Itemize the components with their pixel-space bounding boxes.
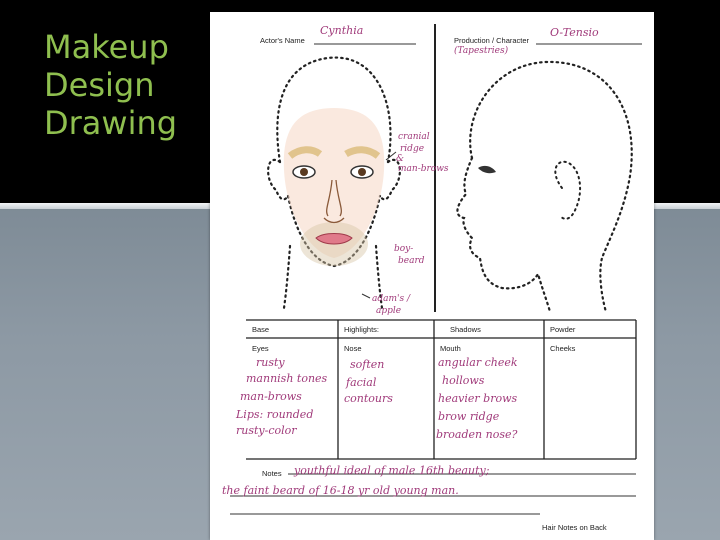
annotation-adams-apple: adam's / — [372, 294, 411, 304]
table-header-cheeks: Cheeks — [550, 344, 576, 353]
table-header-shadows: Shadows — [450, 325, 481, 334]
slide-title: Makeup Design Drawing — [44, 28, 214, 142]
eyes-note: man-brows — [240, 390, 302, 403]
production-label: Production / Character — [454, 36, 530, 45]
table-header-base: Base — [252, 325, 270, 334]
annotation-cranial: ridge — [400, 144, 425, 154]
eyes-note: mannish tones — [246, 372, 328, 385]
face-chart-drawing — [230, 24, 642, 515]
annotation-cranial: man-brows — [398, 164, 449, 174]
annotation-cranial: & — [396, 154, 405, 164]
table-header-powder: Powder — [550, 325, 576, 334]
annotation-beard: beard — [398, 256, 425, 266]
shadows-note: angular cheek — [438, 356, 518, 369]
slide-title-line: Makeup — [44, 28, 169, 66]
slide-title-line: Design — [44, 66, 155, 104]
annotation-beard: boy- — [394, 244, 414, 254]
production-value: O-Tensio — [550, 26, 599, 39]
profile-eye — [478, 165, 496, 174]
table-header-eyes: Eyes — [252, 344, 269, 353]
eyes-note: Lips: rounded — [236, 408, 314, 421]
annotation-arrow — [385, 151, 397, 161]
iris-right — [358, 168, 366, 176]
profile-face-outline — [456, 60, 633, 314]
nose-note: contours — [344, 392, 393, 405]
nose-note: facial — [346, 376, 377, 389]
profile-ear — [554, 160, 582, 220]
production-value-2: (Tapestries) — [454, 46, 509, 56]
actor-name-label: Actor's Name — [260, 36, 305, 45]
shadows-note: brow ridge — [438, 410, 500, 423]
actor-name-value: Cynthia — [320, 24, 364, 37]
slide-title-line: Drawing — [44, 104, 178, 142]
annotation-cranial: cranial — [398, 132, 430, 142]
notes-text: the faint beard of 16-18 yr old young ma… — [222, 484, 459, 497]
nose-note: soften — [350, 358, 385, 371]
shadows-note: heavier brows — [438, 392, 518, 405]
eyes-note: rusty — [256, 356, 285, 369]
shadows-note: hollows — [442, 374, 485, 387]
annotation-arrow — [361, 293, 371, 299]
eyes-note: rusty-color — [236, 424, 297, 437]
hair-notes-label: Hair Notes on Back — [542, 523, 607, 532]
table-header-nose: Nose — [344, 344, 362, 353]
makeup-design-sheet: Actor's Name Cynthia Production / Charac… — [210, 12, 654, 540]
annotation-adams-apple: apple — [376, 306, 402, 316]
table-header-highlights: Highlights: — [344, 325, 380, 334]
notes-label: Notes — [262, 469, 282, 478]
table-header-mouth: Mouth — [440, 344, 461, 353]
shadows-note: broaden nose? — [436, 428, 518, 441]
iris-left — [300, 168, 308, 176]
notes-text: youthful ideal of male 16th beauty; — [294, 464, 490, 477]
